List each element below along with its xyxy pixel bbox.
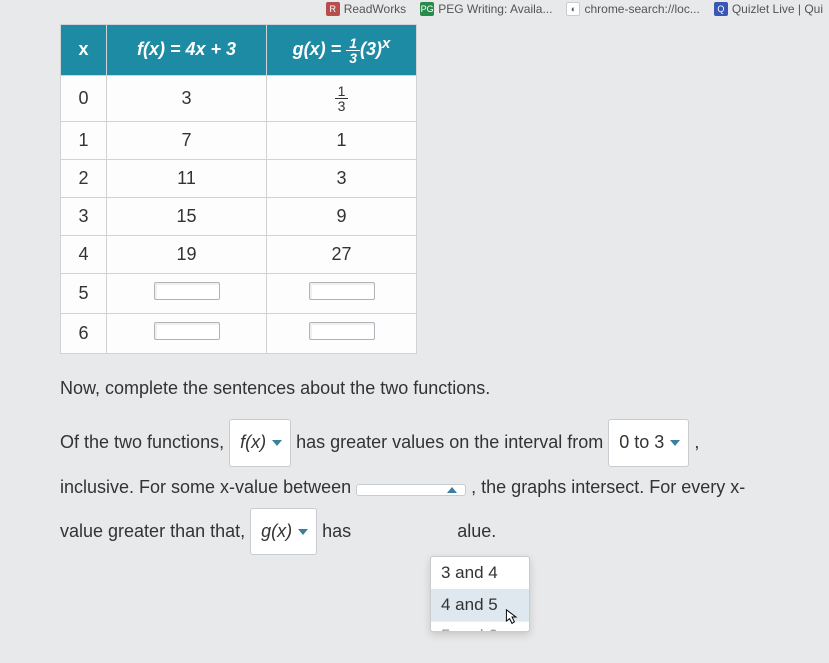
chevron-down-icon bbox=[272, 440, 282, 446]
cell-g: 1 bbox=[267, 121, 417, 159]
g-prefix: g(x) = bbox=[293, 39, 347, 59]
input-blank[interactable] bbox=[154, 282, 220, 300]
tab-label: chrome-search://loc... bbox=[584, 2, 699, 16]
cell-g: 27 bbox=[267, 235, 417, 273]
chip-label: 0 to 3 bbox=[619, 422, 664, 463]
chrome-icon: ◐ bbox=[566, 2, 580, 16]
tab-label: Quizlet Live | Qui bbox=[732, 2, 823, 16]
dropdown-menu-between: 3 and 4 4 and 5 5 and 6 bbox=[430, 556, 530, 632]
cell-g: 13 bbox=[267, 75, 417, 121]
cell-f[interactable] bbox=[107, 313, 267, 353]
browser-tabs: R ReadWorks PG PEG Writing: Availa... ◐ … bbox=[0, 0, 829, 24]
dropdown-option-5-6[interactable]: 5 and 6 bbox=[431, 621, 529, 631]
cell-g[interactable] bbox=[267, 273, 417, 313]
input-blank[interactable] bbox=[309, 322, 375, 340]
instruction-text: Now, complete the sentences about the tw… bbox=[60, 368, 809, 409]
cell-x: 4 bbox=[61, 235, 107, 273]
cell-f: 3 bbox=[107, 75, 267, 121]
cell-g: 3 bbox=[267, 159, 417, 197]
dropdown-option-4-5[interactable]: 4 and 5 bbox=[431, 589, 529, 621]
input-blank[interactable] bbox=[154, 322, 220, 340]
dropdown-option-3-4[interactable]: 3 and 4 bbox=[431, 557, 529, 589]
cell-f[interactable] bbox=[107, 273, 267, 313]
tab-label: PEG Writing: Availa... bbox=[438, 2, 552, 16]
cell-f: 11 bbox=[107, 159, 267, 197]
table-row: 5 bbox=[61, 273, 417, 313]
cell-f: 15 bbox=[107, 197, 267, 235]
cell-x: 1 bbox=[61, 121, 107, 159]
cell-x: 3 bbox=[61, 197, 107, 235]
cell-x: 0 bbox=[61, 75, 107, 121]
dropdown-interval[interactable]: 0 to 3 bbox=[608, 419, 689, 466]
tab-quizlet[interactable]: Q Quizlet Live | Qui bbox=[714, 2, 823, 16]
dropdown-function-greater[interactable]: f(x) bbox=[229, 419, 291, 466]
tab-peg[interactable]: PG PEG Writing: Availa... bbox=[420, 2, 552, 16]
table-row: 3159 bbox=[61, 197, 417, 235]
cell-x: 6 bbox=[61, 313, 107, 353]
cell-x: 5 bbox=[61, 273, 107, 313]
tab-chrome[interactable]: ◐ chrome-search://loc... bbox=[566, 2, 699, 16]
chip-label: g(x) bbox=[261, 511, 292, 552]
dropdown-between[interactable] bbox=[356, 484, 466, 496]
table-row: 171 bbox=[61, 121, 417, 159]
text: Of the two functions, bbox=[60, 432, 229, 452]
one-third-fraction: 13 bbox=[346, 36, 360, 65]
g-exponent: x bbox=[382, 35, 390, 52]
readworks-icon: R bbox=[326, 2, 340, 16]
text: value greater than that, bbox=[60, 521, 250, 541]
col-f: f(x) = 4x + 3 bbox=[107, 25, 267, 76]
function-table: x f(x) = 4x + 3 g(x) = 13(3)x 0313171211… bbox=[60, 24, 417, 354]
chevron-down-icon bbox=[298, 529, 308, 535]
fraction: 13 bbox=[335, 84, 349, 113]
chevron-up-icon bbox=[447, 487, 457, 493]
chip-label: f(x) bbox=[240, 422, 266, 463]
tab-readworks[interactable]: R ReadWorks bbox=[326, 2, 406, 16]
table-row: 03 13 bbox=[61, 75, 417, 121]
col-g: g(x) = 13(3)x bbox=[267, 25, 417, 76]
cell-f: 7 bbox=[107, 121, 267, 159]
text: alue. bbox=[457, 521, 496, 541]
cell-g: 9 bbox=[267, 197, 417, 235]
quizlet-icon: Q bbox=[714, 2, 728, 16]
table-row: 2113 bbox=[61, 159, 417, 197]
table-row: 6 bbox=[61, 313, 417, 353]
col-x: x bbox=[61, 25, 107, 76]
text: , bbox=[689, 432, 699, 452]
peg-icon: PG bbox=[420, 2, 434, 16]
cell-g[interactable] bbox=[267, 313, 417, 353]
g-base: (3) bbox=[360, 39, 382, 59]
table-row: 41927 bbox=[61, 235, 417, 273]
text: , the graphs intersect. For every x- bbox=[471, 477, 745, 497]
cell-f: 19 bbox=[107, 235, 267, 273]
text: has greater values on the interval from bbox=[296, 432, 608, 452]
text: inclusive. For some x-value between bbox=[60, 477, 356, 497]
input-blank[interactable] bbox=[309, 282, 375, 300]
cell-x: 2 bbox=[61, 159, 107, 197]
chevron-down-icon bbox=[670, 440, 680, 446]
text: has bbox=[322, 521, 351, 541]
dropdown-function-after[interactable]: g(x) bbox=[250, 508, 317, 555]
tab-label: ReadWorks bbox=[344, 2, 406, 16]
